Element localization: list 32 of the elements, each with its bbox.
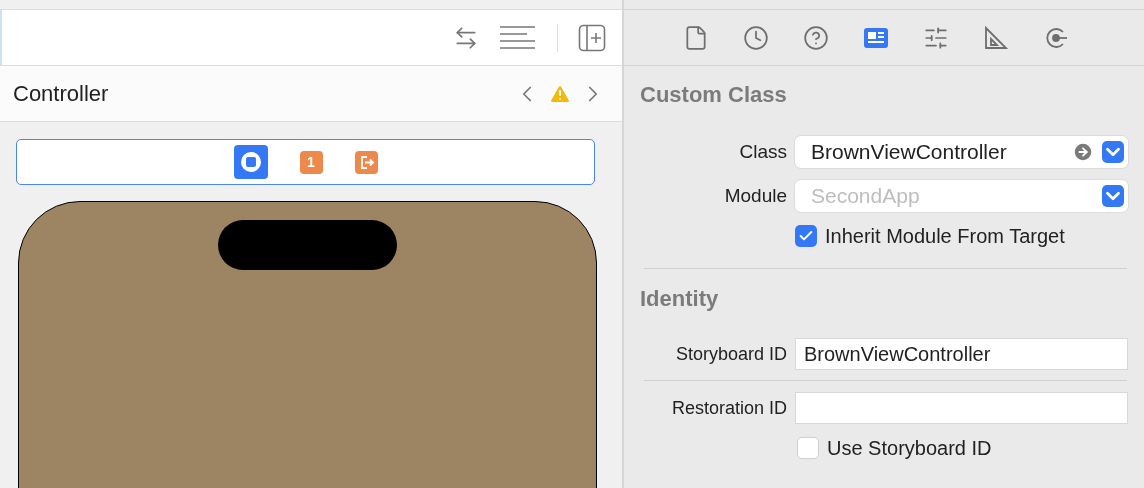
exit-icon[interactable] [354, 150, 378, 174]
checkbox-label: Use Storyboard ID [827, 436, 992, 461]
class-combo-box[interactable]: BrownViewController [795, 136, 1128, 168]
clock-icon [743, 24, 769, 51]
restoration-id-field[interactable] [795, 392, 1128, 424]
field-label: Class [738, 139, 787, 164]
checkbox[interactable] [795, 225, 817, 247]
inspector-tab[interactable] [803, 24, 829, 51]
inspector-tab[interactable] [743, 24, 769, 51]
sliders-icon [923, 24, 949, 51]
dropdown-icon[interactable] [1102, 141, 1124, 163]
add-panel-icon[interactable] [578, 23, 606, 52]
inspector-tab[interactable] [683, 24, 709, 51]
checkbox[interactable] [797, 437, 819, 459]
dropdown-icon[interactable] [1102, 185, 1124, 207]
file-icon [683, 24, 709, 51]
view-controller-icon[interactable] [233, 145, 268, 179]
field-label: Storyboard ID [674, 342, 787, 366]
ruler-triangle-icon [983, 24, 1009, 51]
scene-title: Controller [13, 80, 109, 108]
inspector-tab[interactable] [983, 24, 1009, 51]
inspector-tab[interactable] [923, 24, 949, 51]
storyboard-id-field[interactable]: BrownViewController [795, 338, 1128, 370]
swap-arrows-icon[interactable] [453, 24, 479, 51]
checkbox-label: Inherit Module From Target [825, 224, 1065, 249]
section-heading: Custom Class [640, 81, 788, 109]
section-heading: Identity [640, 285, 720, 313]
field-label: Restoration ID [670, 396, 787, 420]
module-combo-box[interactable]: SecondApp [795, 180, 1128, 212]
lines-icon[interactable] [499, 24, 537, 51]
help-icon [803, 24, 829, 51]
field-label: Module [723, 183, 787, 208]
